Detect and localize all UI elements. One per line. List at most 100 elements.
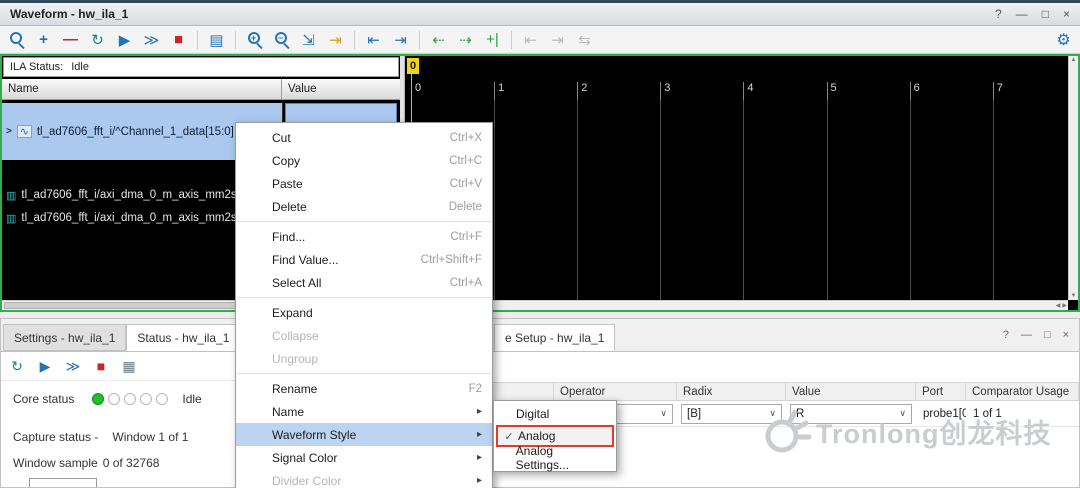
- header-comparator-usage[interactable]: Comparator Usage: [966, 383, 1079, 400]
- horizontal-scrollbar[interactable]: ◀ ▶: [2, 300, 1068, 310]
- header-port[interactable]: Port: [916, 383, 966, 400]
- run-immediate-icon[interactable]: ≫: [139, 28, 164, 51]
- menu-item-rename[interactable]: RenameF2: [236, 377, 492, 400]
- context-menu: CutCtrl+XCopyCtrl+CPasteCtrl+VDeleteDele…: [235, 122, 493, 488]
- chevron-down-icon: ∨: [899, 408, 906, 419]
- submenu-item-analog-settings[interactable]: Analog Settings...: [496, 447, 614, 469]
- stop-icon[interactable]: ■: [89, 355, 113, 377]
- gridline: [577, 100, 578, 300]
- radix-value: [B]: [687, 408, 701, 420]
- vertical-scrollbar[interactable]: ▲ ▼: [1068, 56, 1078, 300]
- time-ruler[interactable]: 01234567: [405, 78, 1068, 100]
- run-trigger-icon[interactable]: ▶: [112, 28, 137, 51]
- scroll-down-icon[interactable]: ▼: [1071, 293, 1077, 299]
- menu-item-copy[interactable]: CopyCtrl+C: [236, 149, 492, 172]
- menu-item-collapse[interactable]: Collapse: [236, 324, 492, 347]
- value-dropdown[interactable]: R ∨: [790, 404, 912, 424]
- zoom-in-icon[interactable]: +: [242, 28, 267, 51]
- swap-markers-icon[interactable]: ⇆: [572, 28, 597, 51]
- menu-item-find-value[interactable]: Find Value...Ctrl+Shift+F: [236, 248, 492, 271]
- maximize-icon[interactable]: □: [1044, 329, 1051, 341]
- goto-start-icon[interactable]: ⇤: [361, 28, 386, 51]
- tab-trigger-setup[interactable]: e Setup - hw_ila_1: [494, 324, 615, 351]
- menu-item-ungroup[interactable]: Ungroup: [236, 347, 492, 370]
- menu-item-paste[interactable]: PasteCtrl+V: [236, 172, 492, 195]
- window-select-dropdown[interactable]: [29, 478, 97, 487]
- scroll-right-icon[interactable]: ▶: [1062, 302, 1067, 309]
- zoom-fit-icon[interactable]: ⇲: [296, 28, 321, 51]
- core-status-led: [140, 393, 152, 405]
- next-marker-icon[interactable]: ⇢: [453, 28, 478, 51]
- minimize-icon[interactable]: —: [1016, 7, 1028, 21]
- header-operator[interactable]: Operator: [554, 383, 677, 400]
- restart-run-icon[interactable]: ↻: [85, 28, 110, 51]
- cell-comparator-usage: 1 of 1: [966, 401, 1079, 426]
- tab-settings[interactable]: Settings - hw_ila_1: [3, 324, 126, 351]
- menu-item-cut[interactable]: CutCtrl+X: [236, 126, 492, 149]
- value-value: R: [796, 408, 804, 420]
- export-data-icon[interactable]: ▤: [204, 28, 229, 51]
- bus-signal-icon: ▥: [6, 189, 16, 202]
- menu-item-divider-color[interactable]: Divider Color▸: [236, 469, 492, 488]
- header-value[interactable]: Value: [786, 383, 916, 400]
- menu-item-delete[interactable]: DeleteDelete: [236, 195, 492, 218]
- trigger-table-header: Operator Radix Value Port Comparator Usa…: [492, 382, 1079, 401]
- minimize-icon[interactable]: —: [1021, 329, 1032, 341]
- menu-item-name[interactable]: Name▸: [236, 400, 492, 423]
- menu-item-select-all[interactable]: Select AllCtrl+A: [236, 271, 492, 294]
- tab-label: e Setup - hw_ila_1: [505, 331, 604, 345]
- submenu-arrow-icon: ▸: [477, 452, 482, 463]
- main-toolbar: +—↻▶≫■▤+−⇲⇥⇤⇥⇠⇢+|⇤⇥⇆ ⚙: [0, 26, 1080, 54]
- cell-value: R ∨: [786, 401, 916, 426]
- scroll-left-icon[interactable]: ◀: [1056, 302, 1061, 309]
- scroll-up-icon[interactable]: ▲: [1071, 57, 1077, 63]
- cursor-marker[interactable]: 0: [407, 58, 419, 74]
- analog-signal-icon: ∿: [17, 125, 32, 138]
- expander-icon[interactable]: >: [6, 126, 12, 137]
- stop-icon[interactable]: ■: [166, 28, 191, 51]
- zoom-out-icon[interactable]: −: [269, 28, 294, 51]
- header-blank: [492, 383, 554, 400]
- menu-item-waveform-style[interactable]: Waveform Style▸: [236, 423, 492, 446]
- prev-transition-icon[interactable]: ⇤: [518, 28, 543, 51]
- menu-item-find[interactable]: Find...Ctrl+F: [236, 225, 492, 248]
- ruler-tick: 3: [660, 82, 670, 100]
- ruler-tick: 0: [411, 82, 421, 100]
- header-radix[interactable]: Radix: [677, 383, 786, 400]
- menu-item-expand[interactable]: Expand: [236, 301, 492, 324]
- menu-item-signal-color[interactable]: Signal Color▸: [236, 446, 492, 469]
- titlebar[interactable]: Waveform - hw_ila_1 ? — □ ×: [0, 0, 1080, 26]
- goto-trigger-icon[interactable]: ⇥: [323, 28, 348, 51]
- help-icon[interactable]: ?: [1003, 329, 1009, 341]
- waveform-canvas[interactable]: 0 01234567: [405, 56, 1068, 300]
- remove-icon[interactable]: —: [58, 28, 83, 51]
- radix-dropdown[interactable]: [B] ∨: [681, 404, 782, 424]
- next-transition-icon[interactable]: ⇥: [545, 28, 570, 51]
- gridline: [660, 100, 661, 300]
- submenu-arrow-icon: ▸: [477, 429, 482, 440]
- gridline: [827, 100, 828, 300]
- capture-status-value: Window 1 of 1: [112, 430, 188, 444]
- value-column-header[interactable]: Value: [282, 79, 400, 99]
- name-column-header[interactable]: Name: [2, 79, 282, 99]
- maximize-icon[interactable]: □: [1042, 7, 1049, 21]
- settings-gear-icon[interactable]: ⚙: [1051, 28, 1076, 51]
- close-icon[interactable]: ×: [1063, 329, 1069, 341]
- goto-end-icon[interactable]: ⇥: [388, 28, 413, 51]
- run-all-icon[interactable]: ≫: [61, 355, 85, 377]
- add-icon[interactable]: +: [31, 28, 56, 51]
- submenu-item-digital[interactable]: Digital: [496, 403, 614, 425]
- port-value: probe1[0]: [923, 408, 966, 420]
- close-icon[interactable]: ×: [1063, 7, 1070, 21]
- dashboard-icon[interactable]: ▦: [117, 355, 141, 377]
- rerun-icon[interactable]: ↻: [5, 355, 29, 377]
- signal-name: tl_ad7606_fft_i/axi_dma_0_m_axis_mm2s_: [21, 212, 243, 224]
- tab-label: Settings - hw_ila_1: [14, 331, 115, 345]
- search-icon[interactable]: [4, 28, 29, 51]
- help-icon[interactable]: ?: [995, 7, 1002, 21]
- run-icon[interactable]: ▶: [33, 355, 57, 377]
- trigger-tabstrip: e Setup - hw_ila_1: [494, 324, 615, 351]
- add-marker-icon[interactable]: +|: [480, 28, 505, 51]
- chevron-down-icon: ∨: [769, 408, 776, 419]
- prev-marker-icon[interactable]: ⇠: [426, 28, 451, 51]
